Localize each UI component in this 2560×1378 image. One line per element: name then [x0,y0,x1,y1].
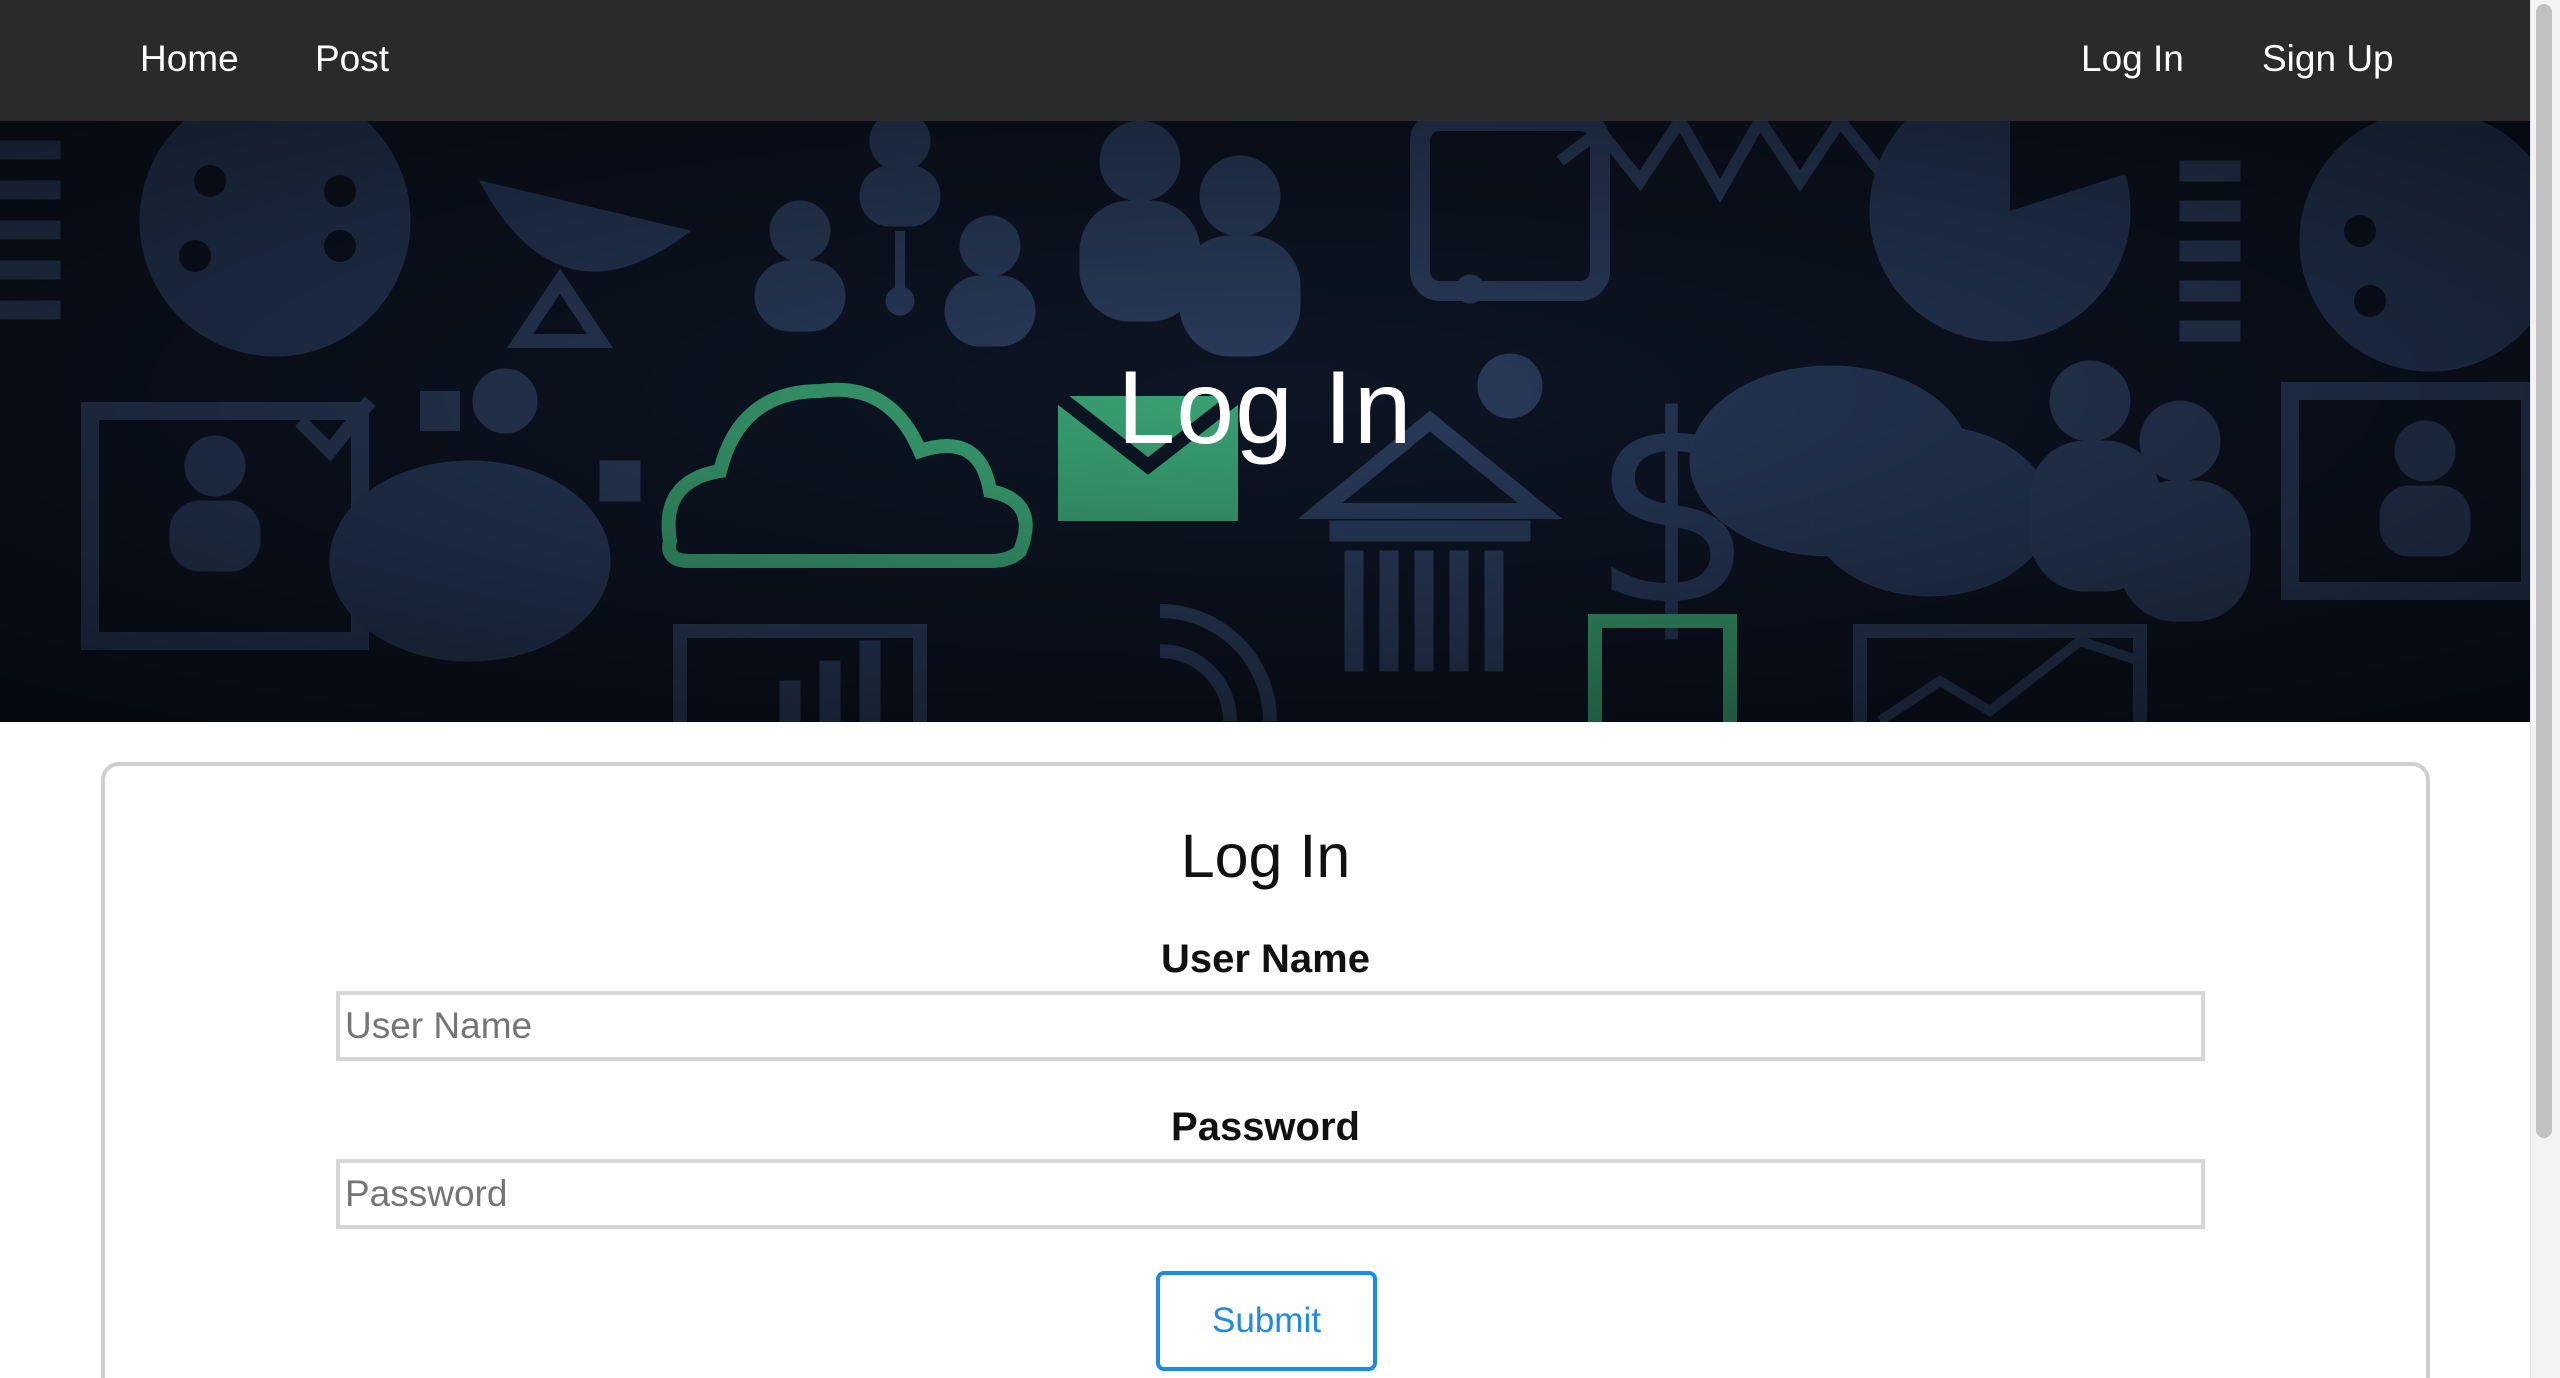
nav-signup-link[interactable]: Sign Up [2262,0,2394,121]
login-form-card: Log In User Name Password Submit [101,762,2430,1378]
nav-login-link[interactable]: Log In [2081,0,2184,121]
username-label: User Name [1160,937,1370,981]
username-input[interactable] [336,991,2205,1061]
password-label: Password [1171,1105,1360,1149]
form-title: Log In [1180,822,1351,890]
page: Home Post Log In Sign Up Log In Log In U… [0,0,2560,1378]
password-input[interactable] [336,1159,2205,1229]
nav-post-link[interactable]: Post [315,0,389,121]
top-navbar: Home Post Log In Sign Up [0,0,2530,121]
hero-banner: $ [0,121,2530,722]
hero-title: Log In [1117,350,1413,466]
nav-home-link[interactable]: Home [140,0,239,121]
submit-button[interactable]: Submit [1156,1271,1377,1371]
scrollbar-thumb[interactable] [2536,4,2552,1138]
